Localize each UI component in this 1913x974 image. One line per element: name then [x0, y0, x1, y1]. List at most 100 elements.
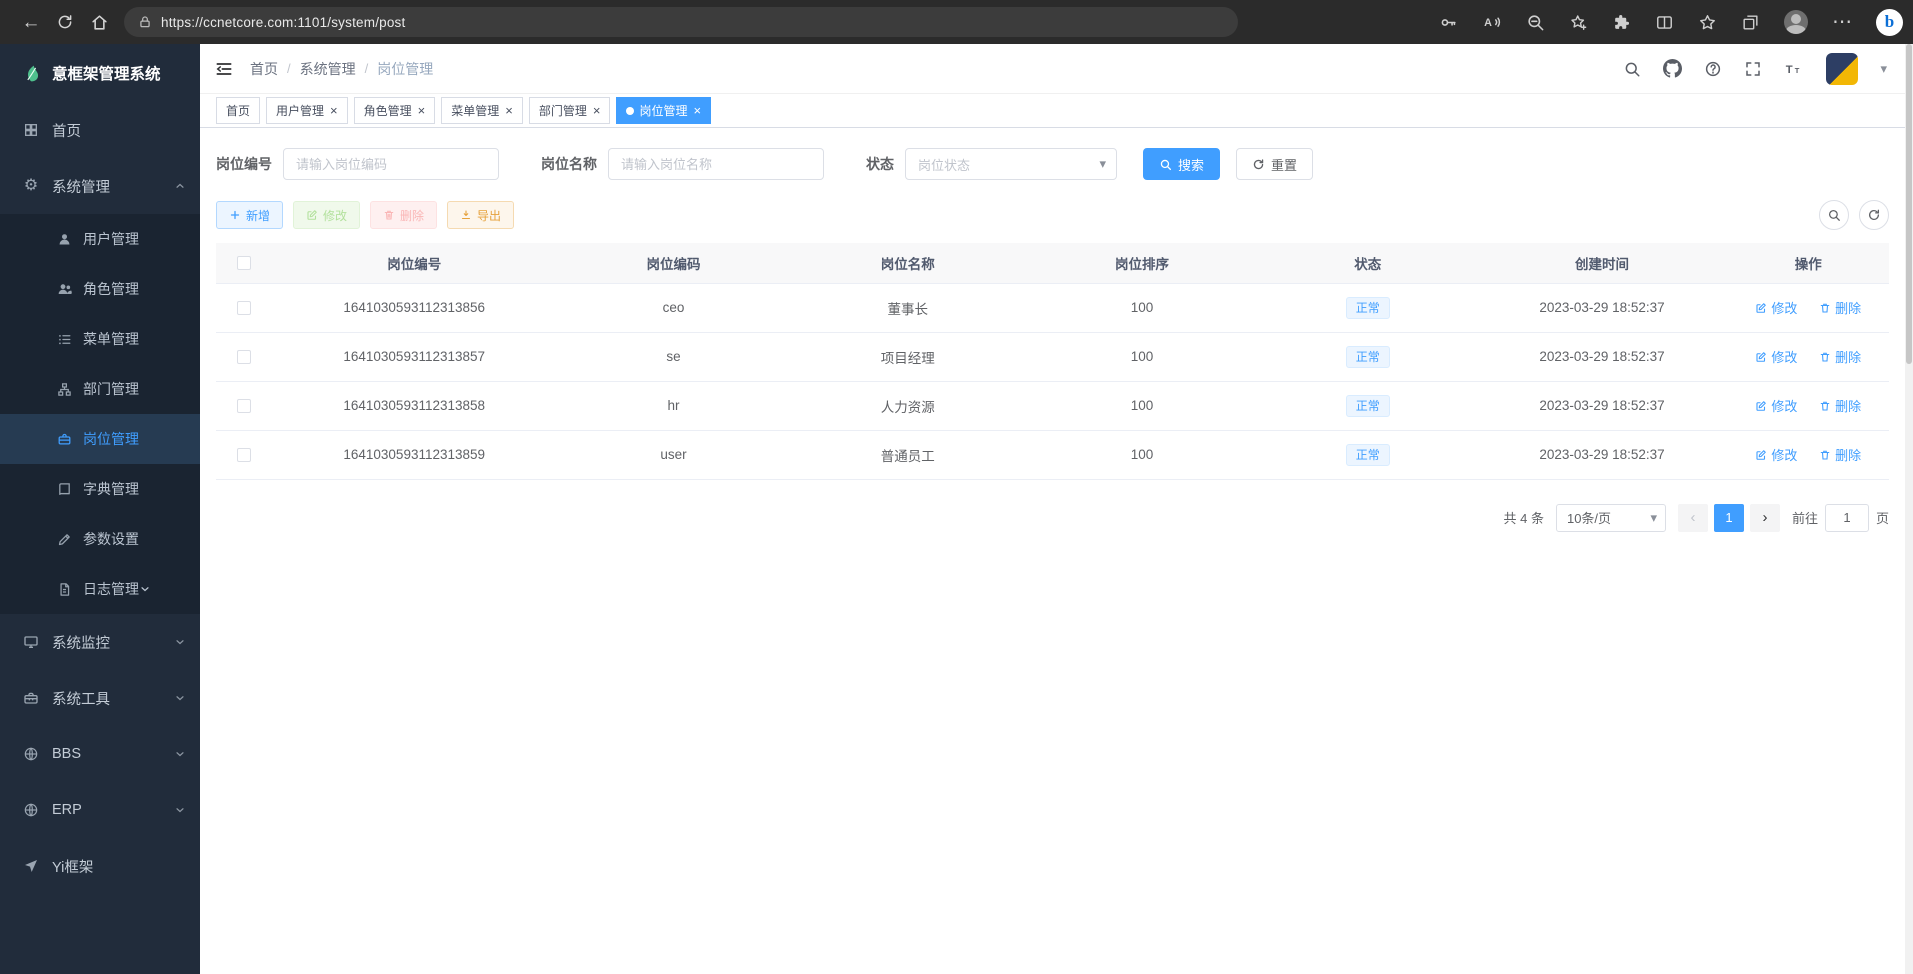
sidebar: 意框架管理系统 首页 ⚙ 系统管理 用 [0, 44, 200, 974]
sidebar-item-system-management[interactable]: ⚙ 系统管理 [0, 158, 200, 214]
select-all-checkbox[interactable] [237, 256, 251, 270]
close-icon[interactable]: × [693, 104, 701, 117]
scrollbar-thumb[interactable] [1906, 44, 1912, 364]
tab-role-management[interactable]: 角色管理 × [354, 97, 436, 124]
tab-menu-management[interactable]: 菜单管理 × [441, 97, 523, 124]
reset-button[interactable]: 重置 [1236, 148, 1313, 180]
cell-post-sort: 100 [1025, 283, 1259, 332]
page-scrollbar[interactable] [1905, 44, 1913, 974]
browser-profile-avatar[interactable] [1784, 10, 1808, 34]
split-screen-icon[interactable] [1655, 13, 1674, 32]
row-delete-link[interactable]: 删除 [1819, 347, 1861, 366]
fullscreen-icon[interactable] [1744, 60, 1762, 78]
sidebar-item-bbs[interactable]: BBS [0, 726, 200, 782]
address-bar[interactable]: https://ccnetcore.com:1101/system/post [124, 7, 1238, 37]
close-icon[interactable]: × [593, 104, 601, 117]
sidebar-item-log-management[interactable]: 日志管理 [0, 564, 200, 614]
bing-icon[interactable]: b [1876, 9, 1903, 36]
sidebar-item-label: 日志管理 [83, 579, 139, 599]
help-icon[interactable] [1704, 60, 1722, 78]
favorites-bar-icon[interactable] [1698, 13, 1717, 32]
browser-home-button[interactable] [82, 5, 116, 39]
toggle-search-button[interactable] [1819, 200, 1849, 230]
sidebar-item-menu-management[interactable]: 菜单管理 [0, 314, 200, 364]
delete-button[interactable]: 删除 [370, 201, 437, 229]
sidebar-item-yi-framework[interactable]: Yi框架 [0, 838, 200, 894]
search-button[interactable]: 搜索 [1143, 148, 1220, 180]
row-delete-link[interactable]: 删除 [1819, 298, 1861, 317]
user-avatar[interactable] [1826, 53, 1858, 85]
sidebar-collapse-icon[interactable] [214, 59, 234, 79]
app-shell: 意框架管理系统 首页 ⚙ 系统管理 用 [0, 44, 1913, 974]
app-logo[interactable]: 意框架管理系统 [0, 44, 200, 102]
page-size-select[interactable]: 10条/页 ▾ [1556, 504, 1666, 532]
row-checkbox[interactable] [237, 350, 251, 364]
password-key-icon[interactable] [1439, 13, 1458, 32]
zoom-out-icon[interactable] [1526, 13, 1545, 32]
post-name-input[interactable] [608, 148, 824, 180]
row-edit-link[interactable]: 修改 [1755, 396, 1797, 415]
sidebar-item-system-tools[interactable]: 系统工具 [0, 670, 200, 726]
sidebar-item-system-monitoring[interactable]: 系统监控 [0, 614, 200, 670]
search-icon [1827, 208, 1841, 222]
post-id-label: 岗位编号 [216, 154, 272, 174]
tab-post-management[interactable]: 岗位管理 × [616, 97, 711, 124]
favorite-add-icon[interactable] [1569, 13, 1588, 32]
sidebar-item-role-management[interactable]: 角色管理 [0, 264, 200, 314]
cell-post-name: 普通员工 [791, 430, 1025, 479]
tab-home[interactable]: 首页 [216, 97, 260, 124]
row-delete-link[interactable]: 删除 [1819, 445, 1861, 464]
next-page-button[interactable]: › [1750, 504, 1780, 532]
goto-page-input[interactable] [1825, 504, 1869, 532]
row-edit-link[interactable]: 修改 [1755, 347, 1797, 366]
font-size-icon[interactable]: TT [1784, 60, 1804, 78]
browser-back-button[interactable]: ← [14, 5, 48, 39]
gear-icon: ⚙ [22, 178, 40, 194]
read-aloud-icon[interactable]: A [1482, 12, 1502, 32]
sidebar-item-erp[interactable]: ERP [0, 782, 200, 838]
sidebar-item-post-management[interactable]: 岗位管理 [0, 414, 200, 464]
row-checkbox[interactable] [237, 399, 251, 413]
extensions-icon[interactable] [1612, 13, 1631, 32]
tab-department-management[interactable]: 部门管理 × [529, 97, 611, 124]
add-button[interactable]: 新增 [216, 201, 283, 229]
row-checkbox[interactable] [237, 448, 251, 462]
breadcrumb-item-system[interactable]: 系统管理 [300, 59, 356, 79]
row-edit-label: 修改 [1771, 347, 1797, 366]
sidebar-item-department-management[interactable]: 部门管理 [0, 364, 200, 414]
github-icon[interactable] [1663, 59, 1682, 78]
sidebar-item-home[interactable]: 首页 [0, 102, 200, 158]
site-info-lock-icon[interactable] [138, 15, 152, 29]
post-id-input[interactable] [283, 148, 499, 180]
sidebar-item-dictionary-management[interactable]: 字典管理 [0, 464, 200, 514]
browser-more-icon[interactable]: ⋯ [1832, 12, 1852, 32]
refresh-table-button[interactable] [1859, 200, 1889, 230]
close-icon[interactable]: × [505, 104, 513, 117]
row-checkbox[interactable] [237, 301, 251, 315]
page-number-button[interactable]: 1 [1714, 504, 1744, 532]
row-delete-link[interactable]: 删除 [1819, 396, 1861, 415]
browser-refresh-button[interactable] [48, 5, 82, 39]
prev-page-button[interactable]: ‹ [1678, 504, 1708, 532]
table-toolbar: 新增 修改 删除 导出 [216, 200, 1889, 230]
search-icon[interactable] [1623, 60, 1641, 78]
edit-button[interactable]: 修改 [293, 201, 360, 229]
breadcrumb-item-post: 岗位管理 [377, 59, 433, 79]
sidebar-item-parameter-settings[interactable]: 参数设置 [0, 514, 200, 564]
collections-icon[interactable] [1741, 13, 1760, 32]
row-edit-link[interactable]: 修改 [1755, 445, 1797, 464]
toolbox-icon [22, 690, 40, 706]
close-icon[interactable]: × [418, 104, 426, 117]
status-select[interactable]: 岗位状态 ▾ [905, 148, 1117, 180]
caret-down-icon[interactable]: ▾ [1880, 61, 1887, 77]
sidebar-item-user-management[interactable]: 用户管理 [0, 214, 200, 264]
breadcrumb-item-home[interactable]: 首页 [250, 59, 278, 79]
table-row: 1641030593112313858 hr 人力资源 100 正常 2023-… [216, 381, 1889, 430]
row-edit-link[interactable]: 修改 [1755, 298, 1797, 317]
tab-user-management[interactable]: 用户管理 × [266, 97, 348, 124]
column-header-post-sort: 岗位排序 [1025, 243, 1259, 283]
cell-post-code: se [556, 332, 790, 381]
close-icon[interactable]: × [330, 104, 338, 117]
export-button[interactable]: 导出 [447, 201, 514, 229]
breadcrumb-separator: / [365, 61, 369, 76]
